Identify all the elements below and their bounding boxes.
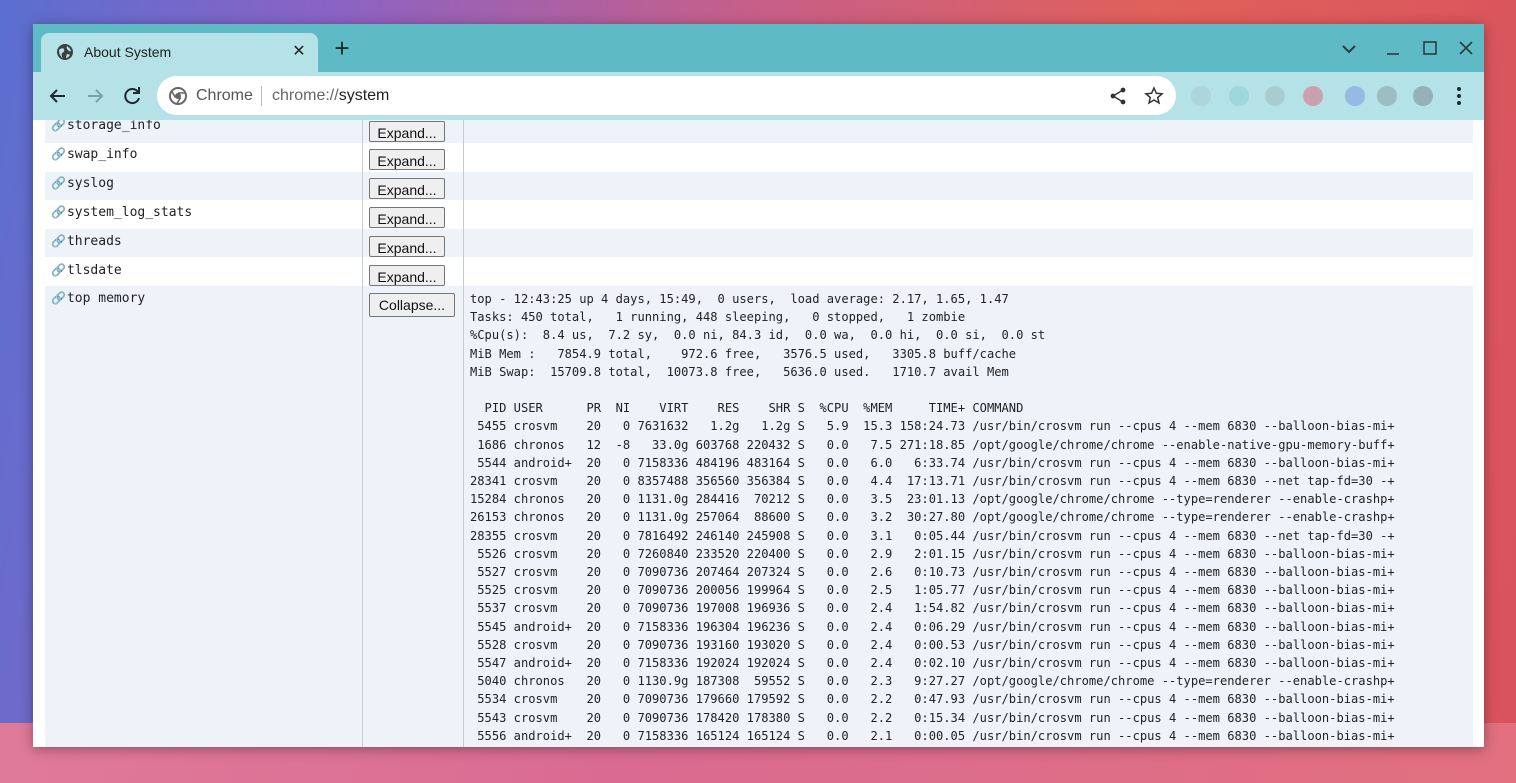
row-name[interactable]: 🔗syslog [51, 176, 114, 191]
row-name[interactable]: 🔗swap_info [51, 147, 137, 162]
table-row [45, 229, 1473, 257]
column-divider [463, 120, 464, 747]
extension-icon[interactable] [1265, 86, 1285, 106]
row-name[interactable]: 🔗tlsdate [51, 263, 122, 278]
back-arrow-icon[interactable] [44, 82, 72, 110]
row-name[interactable]: 🔗threads [51, 234, 122, 249]
extension-icon[interactable] [1303, 86, 1323, 106]
tab-strip: About System ✕ + [33, 24, 1484, 72]
top-memory-output: top - 12:43:25 up 4 days, 15:49, 0 users… [470, 292, 1395, 743]
url-scheme: chrome:// [272, 87, 339, 104]
kebab-menu-icon[interactable] [1449, 84, 1469, 108]
globe-icon [57, 44, 73, 60]
url-host: system [338, 87, 390, 104]
link-icon: 🔗 [51, 176, 66, 190]
bookmark-star-icon[interactable] [1144, 86, 1164, 106]
link-icon: 🔗 [51, 291, 66, 305]
new-tab-button[interactable]: + [329, 35, 355, 62]
expand-button[interactable]: Expand... [369, 265, 445, 286]
minimize-icon[interactable] [1381, 37, 1405, 61]
row-name[interactable]: 🔗storage_info [51, 120, 161, 133]
reload-icon[interactable] [118, 82, 146, 110]
omnibox-separator [261, 86, 262, 106]
tab-title: About System [84, 44, 172, 60]
chrome-chip-label: Chrome [196, 87, 253, 104]
extension-icon[interactable] [1229, 86, 1249, 106]
share-icon[interactable] [1108, 86, 1128, 106]
link-icon: 🔗 [51, 205, 66, 219]
expand-button[interactable]: Expand... [369, 207, 445, 228]
close-window-icon[interactable] [1454, 37, 1478, 61]
expand-button[interactable]: Expand... [369, 236, 445, 257]
address-bar[interactable]: Chrome chrome://system [157, 76, 1176, 115]
url-text[interactable]: chrome://system [272, 87, 389, 105]
column-divider [362, 120, 363, 747]
chevron-down-icon[interactable] [1337, 37, 1361, 61]
forward-arrow-icon[interactable] [81, 82, 109, 110]
extension-icon[interactable] [1191, 86, 1211, 106]
row-name[interactable]: 🔗system_log_stats [51, 205, 192, 220]
collapse-button[interactable]: Collapse... [369, 293, 455, 317]
maximize-icon[interactable] [1418, 37, 1442, 61]
toolbar: Chrome chrome://system [33, 72, 1484, 120]
browser-window: About System ✕ + Chrome chrome://system … [33, 24, 1484, 747]
chrome-logo-icon [169, 87, 187, 105]
tab-about-system[interactable]: About System ✕ [41, 33, 318, 72]
link-icon: 🔗 [51, 263, 66, 277]
close-tab-icon[interactable]: ✕ [289, 41, 309, 61]
table-row [45, 172, 1473, 200]
link-icon: 🔗 [51, 234, 66, 248]
expand-button[interactable]: Expand... [369, 121, 445, 142]
link-icon: 🔗 [51, 120, 66, 132]
extension-icon[interactable] [1377, 86, 1397, 106]
expand-button[interactable]: Expand... [369, 149, 445, 170]
avatar[interactable] [1413, 86, 1433, 106]
link-icon: 🔗 [51, 147, 66, 161]
row-name[interactable]: 🔗top memory [51, 291, 145, 306]
extension-icon[interactable] [1345, 86, 1365, 106]
page-content: 🔗storage_info Expand... 🔗swap_info Expan… [33, 120, 1484, 747]
expand-button[interactable]: Expand... [369, 178, 445, 199]
table-row [45, 120, 1473, 143]
